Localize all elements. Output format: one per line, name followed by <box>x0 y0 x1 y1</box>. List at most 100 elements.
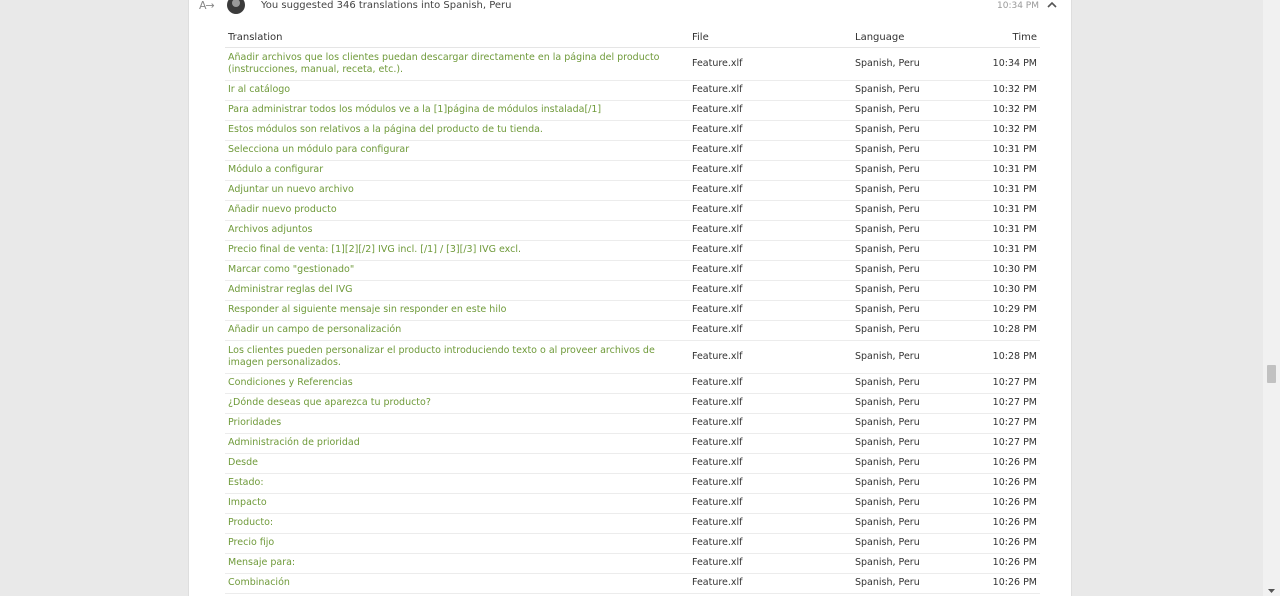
time-cell: 10:26 PM <box>952 493 1040 514</box>
file-cell: Feature.xlf <box>689 533 852 554</box>
table-row: Adjuntar un nuevo archivo Feature.xlf Span… <box>225 180 1040 201</box>
vertical-scrollbar[interactable] <box>1263 0 1280 596</box>
table-row: ¿Dónde deseas que aparezca tu producto? F… <box>225 393 1040 414</box>
file-cell: Feature.xlf <box>689 373 852 394</box>
column-header-time: Time <box>952 28 1040 48</box>
translation-link[interactable]: ¿Dónde deseas que aparezca tu producto? <box>225 393 689 414</box>
file-cell: Feature.xlf <box>689 433 852 454</box>
language-cell: Spanish, Peru <box>852 320 952 341</box>
translations-table: Translation File Language Time Añadir ar… <box>225 28 1040 594</box>
time-cell: 10:26 PM <box>952 533 1040 554</box>
file-cell: Feature.xlf <box>689 413 852 434</box>
time-cell: 10:26 PM <box>952 453 1040 474</box>
table-row: Impacto Feature.xlf Spanish, Peru 10:26 PM <box>225 493 1040 514</box>
table-row: Desde Feature.xlf Spanish, Peru 10:26 PM <box>225 453 1040 474</box>
time-cell: 10:34 PM <box>952 47 1040 81</box>
time-cell: 10:28 PM <box>952 320 1040 341</box>
file-cell: Feature.xlf <box>689 393 852 414</box>
translation-link[interactable]: Para administrar todos los módulos ve a … <box>225 100 689 121</box>
time-cell: 10:31 PM <box>952 160 1040 181</box>
language-cell: Spanish, Peru <box>852 180 952 201</box>
column-header-translation: Translation <box>225 28 689 48</box>
translation-link[interactable]: Mensaje para: <box>225 553 689 574</box>
translation-link[interactable]: Condiciones y Referencias <box>225 373 689 394</box>
translation-link[interactable]: Responder al siguiente mensaje sin respo… <box>225 300 689 321</box>
table-row: Administrar reglas del IVG Feature.xlf Spa… <box>225 280 1040 301</box>
time-cell: 10:26 PM <box>952 473 1040 494</box>
language-cell: Spanish, Peru <box>852 200 952 221</box>
table-header-row: Translation File Language Time <box>225 28 1040 48</box>
language-cell: Spanish, Peru <box>852 393 952 414</box>
table-body: Añadir archivos que los clientes puedan … <box>225 47 1040 594</box>
translation-link[interactable]: Precio final de venta: [1][2][/2] IVG in… <box>225 240 689 261</box>
table-row: Añadir un campo de personalización Featur… <box>225 320 1040 341</box>
chevron-up-icon[interactable] <box>1045 0 1059 12</box>
avatar[interactable] <box>227 0 245 14</box>
table-row: Mensaje para: Feature.xlf Spanish, Peru 10:… <box>225 553 1040 574</box>
translation-link[interactable]: Desde <box>225 453 689 474</box>
language-cell: Spanish, Peru <box>852 340 952 374</box>
time-cell: 10:27 PM <box>952 373 1040 394</box>
activity-panel: A→ You suggested 346 translations into S… <box>188 0 1072 596</box>
table-row: Añadir archivos que los clientes puedan … <box>225 47 1040 81</box>
time-cell: 10:27 PM <box>952 433 1040 454</box>
activity-summary: You suggested 346 translations into Span… <box>261 0 512 11</box>
file-cell: Feature.xlf <box>689 320 852 341</box>
file-cell: Feature.xlf <box>689 140 852 161</box>
file-cell: Feature.xlf <box>689 200 852 221</box>
translation-link[interactable]: Adjuntar un nuevo archivo <box>225 180 689 201</box>
translation-link[interactable]: Los clientes pueden personalizar el prod… <box>225 340 689 374</box>
translation-link[interactable]: Añadir un campo de personalización <box>225 320 689 341</box>
translation-link[interactable]: Administrar reglas del IVG <box>225 280 689 301</box>
file-cell: Feature.xlf <box>689 340 852 374</box>
language-cell: Spanish, Peru <box>852 473 952 494</box>
language-cell: Spanish, Peru <box>852 160 952 181</box>
language-cell: Spanish, Peru <box>852 453 952 474</box>
translation-link[interactable]: Precio fijo <box>225 533 689 554</box>
time-cell: 10:31 PM <box>952 240 1040 261</box>
translation-link[interactable]: Administración de prioridad <box>225 433 689 454</box>
translation-link[interactable]: Estos módulos son relativos a la página … <box>225 120 689 141</box>
translation-link[interactable]: Estado: <box>225 473 689 494</box>
translation-link[interactable]: Impacto <box>225 493 689 514</box>
file-cell: Feature.xlf <box>689 120 852 141</box>
translation-link[interactable]: Añadir nuevo producto <box>225 200 689 221</box>
language-cell: Spanish, Peru <box>852 413 952 434</box>
translation-link[interactable]: Archivos adjuntos <box>225 220 689 241</box>
time-cell: 10:31 PM <box>952 180 1040 201</box>
file-cell: Feature.xlf <box>689 493 852 514</box>
language-cell: Spanish, Peru <box>852 300 952 321</box>
table-row: Ir al catálogo Feature.xlf Spanish, Peru 10… <box>225 80 1040 101</box>
time-cell: 10:27 PM <box>952 413 1040 434</box>
translation-link[interactable]: Módulo a configurar <box>225 160 689 181</box>
scrollbar-thumb[interactable] <box>1267 365 1276 383</box>
file-cell: Feature.xlf <box>689 220 852 241</box>
translation-link[interactable]: Selecciona un módulo para configurar <box>225 140 689 161</box>
language-cell: Spanish, Peru <box>852 220 952 241</box>
table-row: Módulo a configurar Feature.xlf Spanish, P… <box>225 160 1040 181</box>
table-row: Añadir nuevo producto Feature.xlf Spanish,… <box>225 200 1040 221</box>
language-cell: Spanish, Peru <box>852 47 952 81</box>
file-cell: Feature.xlf <box>689 100 852 121</box>
time-cell: 10:29 PM <box>952 300 1040 321</box>
table-row: Precio final de venta: [1][2][/2] IVG in… <box>225 240 1040 261</box>
language-cell: Spanish, Peru <box>852 240 952 261</box>
translation-link[interactable]: Ir al catálogo <box>225 80 689 101</box>
language-cell: Spanish, Peru <box>852 280 952 301</box>
file-cell: Feature.xlf <box>689 240 852 261</box>
time-cell: 10:26 PM <box>952 553 1040 574</box>
table-row: Producto: Feature.xlf Spanish, Peru 10:26 P… <box>225 513 1040 534</box>
translation-link[interactable]: Añadir archivos que los clientes puedan … <box>225 47 689 81</box>
translation-link[interactable]: Prioridades <box>225 413 689 434</box>
table-row: Precio fijo Feature.xlf Spanish, Peru 10:26… <box>225 533 1040 554</box>
language-cell: Spanish, Peru <box>852 573 952 594</box>
translation-link[interactable]: Producto: <box>225 513 689 534</box>
language-cell: Spanish, Peru <box>852 140 952 161</box>
translation-link[interactable]: Combinación <box>225 573 689 594</box>
file-cell: Feature.xlf <box>689 47 852 81</box>
file-cell: Feature.xlf <box>689 573 852 594</box>
translation-link[interactable]: Marcar como "gestionado" <box>225 260 689 281</box>
table-row: Combinación Feature.xlf Spanish, Peru 10:26… <box>225 573 1040 594</box>
scroll-down-arrow-icon[interactable] <box>1266 585 1277 596</box>
activity-header: A→ You suggested 346 translations into S… <box>189 0 1071 20</box>
